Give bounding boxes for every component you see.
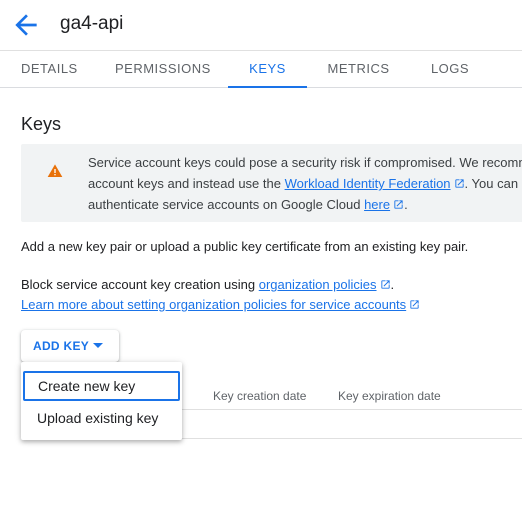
create-new-key-item[interactable]: Create new key [23, 371, 180, 401]
back-button[interactable] [10, 9, 42, 41]
section-heading: Keys [21, 114, 62, 134]
warning-line-2-text: account keys and instead use the [88, 176, 285, 191]
workload-identity-federation-link[interactable]: Workload Identity Federation [285, 176, 451, 191]
caret-down-icon [93, 343, 103, 348]
warning-line-2: account keys and instead use the Workloa… [88, 173, 522, 194]
top-bar: ga4-api [0, 0, 522, 51]
upload-existing-key-item[interactable]: Upload existing key [21, 403, 182, 433]
column-key-creation-date[interactable]: Key creation date [213, 389, 306, 403]
here-link[interactable]: here [364, 197, 390, 212]
column-key-expiration-date[interactable]: Key expiration date [338, 389, 441, 403]
warning-line-3: authenticate service accounts on Google … [88, 194, 522, 215]
add-key-menu: Create new key Upload existing key [21, 362, 182, 440]
organization-policies-link[interactable]: organization policies [259, 277, 377, 292]
open-in-new-icon [410, 300, 419, 309]
page-title: ga4-api [60, 13, 124, 34]
add-key-button[interactable]: ADD KEY [21, 330, 119, 362]
learn-more-link[interactable]: Learn more about setting organization po… [21, 297, 406, 312]
arrow-back-icon [15, 14, 37, 36]
tab-permissions[interactable]: PERMISSIONS [115, 51, 210, 87]
open-in-new-icon [380, 280, 390, 289]
policy-line: Block service account key creation using… [21, 275, 420, 295]
open-in-new-icon [394, 200, 403, 209]
warning-line-2-suffix: . You can l [464, 176, 522, 191]
policy-suffix: . [390, 277, 395, 292]
add-key-label: ADD KEY [33, 339, 90, 353]
tab-logs[interactable]: LOGS [430, 51, 470, 87]
warning-line-1: Service account keys could pose a securi… [88, 155, 522, 170]
learn-more-line: Learn more about setting organization po… [21, 295, 420, 315]
tab-bar: DETAILS PERMISSIONS KEYS METRICS LOGS [0, 51, 522, 88]
open-in-new-icon [454, 179, 464, 188]
tab-keys[interactable]: KEYS [228, 51, 307, 88]
key-description: Add a new key pair or upload a public ke… [21, 239, 469, 254]
warning-text: Service account keys could pose a securi… [88, 152, 522, 215]
warning-line-3-suffix: . [404, 197, 408, 212]
policy-prefix: Block service account key creation using [21, 277, 259, 292]
warning-banner: Service account keys could pose a securi… [21, 144, 522, 222]
tab-metrics[interactable]: METRICS [327, 51, 390, 87]
tab-details[interactable]: DETAILS [21, 51, 77, 87]
warning-line-3-text: authenticate service accounts on Google … [88, 197, 365, 212]
warning-triangle-icon [47, 164, 63, 177]
policy-text: Block service account key creation using… [21, 275, 420, 315]
